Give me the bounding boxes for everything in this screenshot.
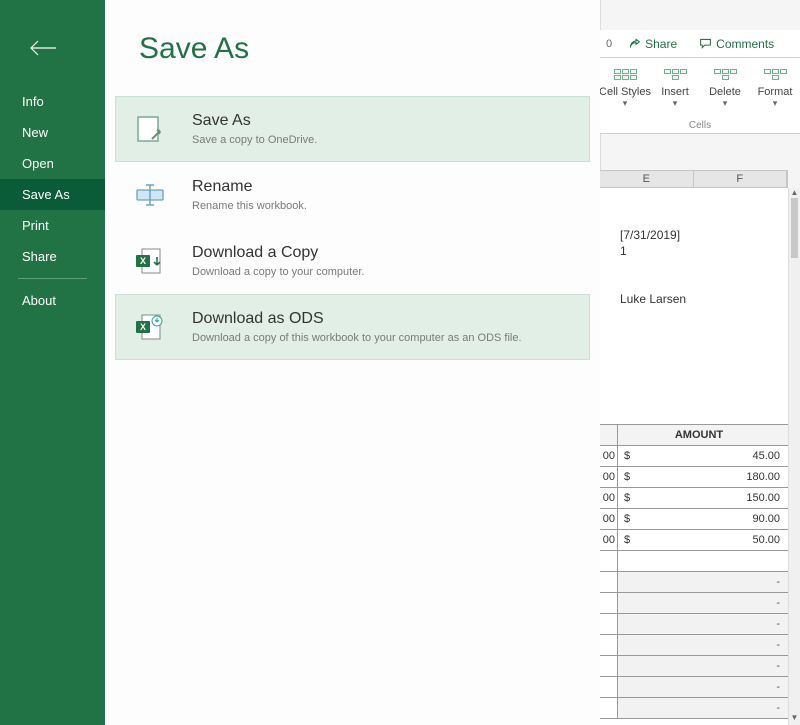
option-text: Download a Copy Download a copy to your c… — [192, 244, 364, 278]
rename-icon — [132, 177, 168, 213]
vertical-scrollbar[interactable]: ▲ ▼ — [788, 188, 800, 725]
sidebar-item-print[interactable]: Print — [0, 210, 105, 241]
option-desc: Save a copy to OneDrive. — [192, 134, 317, 146]
sidebar-item-info[interactable]: Info — [0, 86, 105, 117]
option-desc: Download a copy to your computer. — [192, 266, 364, 278]
format-label: Format — [758, 86, 793, 98]
option-desc: Rename this workbook. — [192, 200, 307, 212]
backstage-menu: InfoNewOpenSave AsPrintShare About — [0, 86, 105, 316]
ribbon-group-label: Cells — [600, 120, 800, 131]
sidebar-item-about[interactable]: About — [0, 285, 105, 316]
column-header-e[interactable]: E — [600, 171, 694, 187]
table-row[interactable]: - — [600, 572, 788, 593]
option-title: Download as ODS — [192, 310, 522, 328]
option-download-ods[interactable]: X Download as ODS Download a copy of this … — [115, 294, 590, 360]
share-icon — [628, 37, 641, 50]
option-download[interactable]: X Download a Copy Download a copy to your … — [115, 228, 590, 294]
ribbon: 0 Share Comments Cell Styles ▾ Insert ▾ … — [600, 30, 800, 134]
amount-header: AMOUNT — [618, 425, 788, 445]
option-text: Rename Rename this workbook. — [192, 178, 307, 212]
svg-text:X: X — [140, 256, 146, 266]
table-row[interactable]: - — [600, 677, 788, 698]
scroll-down-icon[interactable]: ▼ — [789, 713, 800, 725]
back-arrow-icon — [28, 38, 58, 58]
sidebar-item-share[interactable]: Share — [0, 241, 105, 272]
table-row[interactable]: - — [600, 656, 788, 677]
insert-cells-icon — [661, 64, 689, 84]
save-as-icon — [132, 111, 168, 147]
table-row[interactable] — [600, 551, 788, 572]
table-row[interactable]: - — [600, 593, 788, 614]
option-desc: Download a copy of this workbook to your… — [192, 332, 522, 344]
sidebar-item-new[interactable]: New — [0, 117, 105, 148]
table-row[interactable]: - — [600, 698, 788, 719]
excel-ods-icon: X — [132, 309, 168, 345]
column-headers: E F — [600, 170, 788, 188]
chevron-down-icon: ▾ — [623, 98, 628, 109]
table-row[interactable]: 00$50.00 — [600, 530, 788, 551]
chevron-down-icon: ▾ — [723, 98, 728, 109]
sidebar-item-open[interactable]: Open — [0, 148, 105, 179]
cell-name[interactable]: Luke Larsen — [620, 292, 686, 306]
page-title: Save As — [139, 32, 600, 66]
sidebar-item-save-as[interactable]: Save As — [0, 179, 105, 210]
back-button[interactable] — [28, 38, 58, 58]
insert-label: Insert — [661, 86, 689, 98]
excel-download-icon: X — [132, 243, 168, 279]
option-text: Save As Save a copy to OneDrive. — [192, 112, 317, 146]
menu-divider — [18, 278, 87, 279]
share-button[interactable]: Share — [622, 35, 683, 53]
cell-date[interactable]: [7/31/2019] — [620, 228, 680, 242]
delete-label: Delete — [709, 86, 741, 98]
save-as-options: Save AsSave a copy to OneDrive.RenameRen… — [105, 96, 600, 360]
option-title: Rename — [192, 178, 307, 196]
table-row[interactable]: - — [600, 614, 788, 635]
format-cells-icon — [761, 64, 789, 84]
option-rename[interactable]: Rename Rename this workbook. — [115, 162, 590, 228]
backstage-main: Save As Save As Save a copy to OneDrive. R… — [105, 0, 600, 725]
amount-table: AMOUNT00$45.0000$180.0000$150.0000$90.00… — [600, 424, 788, 719]
option-title: Save As — [192, 112, 317, 130]
ribbon-fragment: 0 — [606, 38, 612, 50]
option-save-as[interactable]: Save As Save a copy to OneDrive. — [115, 96, 590, 162]
chevron-down-icon: ▾ — [673, 98, 678, 109]
table-row[interactable]: 00$150.00 — [600, 488, 788, 509]
delete-cells-icon — [711, 64, 739, 84]
comment-icon — [699, 37, 712, 50]
chevron-down-icon: ▾ — [773, 98, 778, 109]
share-label: Share — [645, 37, 677, 51]
scrollbar-thumb[interactable] — [791, 198, 798, 258]
cell-styles-label: Cell Styles — [599, 86, 651, 98]
svg-text:X: X — [140, 322, 146, 332]
delete-button[interactable]: Delete ▾ — [703, 64, 747, 109]
table-row[interactable]: 00$45.00 — [600, 446, 788, 467]
option-text: Download as ODS Download a copy of this w… — [192, 310, 522, 344]
option-title: Download a Copy — [192, 244, 364, 262]
cell-styles-button[interactable]: Cell Styles ▾ — [603, 64, 647, 109]
cell-invoice-no[interactable]: 1 — [620, 244, 627, 258]
insert-button[interactable]: Insert ▾ — [653, 64, 697, 109]
backstage-sidebar: InfoNewOpenSave AsPrintShare About — [0, 0, 105, 725]
column-header-f[interactable]: F — [694, 171, 788, 187]
comments-label: Comments — [716, 37, 774, 51]
format-button[interactable]: Format ▾ — [753, 64, 797, 109]
cell-styles-icon — [611, 64, 639, 84]
comments-button[interactable]: Comments — [693, 35, 780, 53]
table-row[interactable]: 00$180.00 — [600, 467, 788, 488]
table-row[interactable]: 00$90.00 — [600, 509, 788, 530]
table-row[interactable]: - — [600, 635, 788, 656]
